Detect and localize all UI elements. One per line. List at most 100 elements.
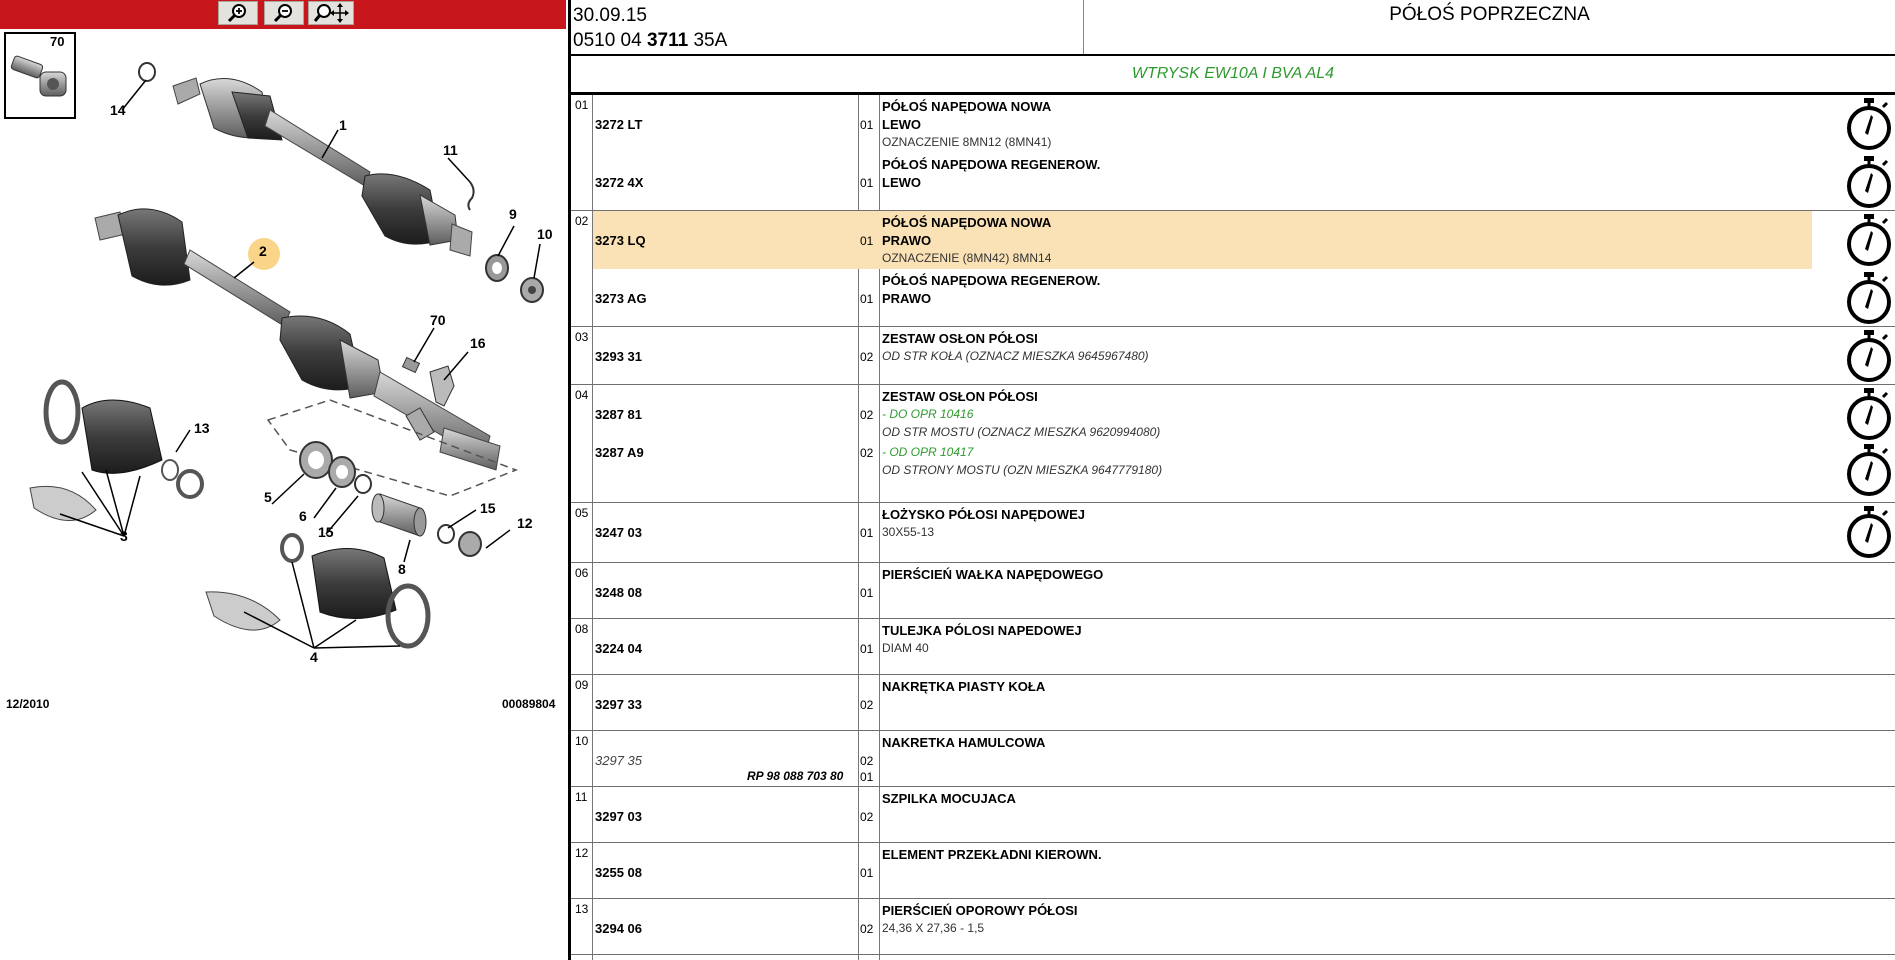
part-description: ZESTAW OSŁON PÓŁOSI — [882, 331, 1038, 346]
part-group: 10 3297 35 02 NAKRETKA HAMULCOWA RP 98 088 7… — [571, 731, 1895, 787]
callout-label: 3 — [120, 528, 128, 544]
quantity: 02 — [860, 922, 874, 936]
quantity: 01 — [860, 118, 874, 132]
part-group: 01 3272 LT 01 PÓŁOŚ NAPĘDOWA NOWA LEWO OZNACZ… — [571, 95, 1895, 211]
quantity: 01 — [860, 866, 874, 880]
part-note: 30X55-13 — [882, 525, 935, 539]
labor-time-icon[interactable] — [1844, 155, 1894, 209]
zoom-pan-button[interactable] — [308, 1, 354, 25]
part-number[interactable]: 3273 LQ — [595, 233, 646, 248]
callout-label: 14 — [110, 102, 126, 118]
zoom-out-button[interactable] — [264, 1, 304, 25]
part-note: OD STRONY MOSTU (OZN MIESZKA 9647779180) — [882, 463, 1163, 477]
group-number: 03 — [575, 330, 589, 344]
callout-label: 5 — [264, 489, 272, 505]
part-description: ELEMENT PRZEKŁADNI KIEROWN. — [882, 847, 1102, 862]
part-number[interactable]: 3273 AG — [595, 291, 647, 306]
page-title: PÓŁOŚ POPRZECZNA — [1389, 4, 1590, 25]
quantity: 01 — [860, 586, 874, 600]
part-description: PÓŁOŚ NAPĘDOWA NOWA — [882, 99, 1052, 114]
part-number[interactable]: 3287 81 — [595, 407, 642, 422]
catalog-date: 30.09.15 — [573, 5, 647, 26]
zoom-pan-icon — [313, 3, 349, 23]
part-group: 06 3248 08 01 PIERŚCIEŃ WAŁKA NAPĘDOWEGO — [571, 563, 1895, 619]
group-number: 12 — [575, 846, 589, 860]
quantity: 02 — [860, 350, 874, 364]
group-number: 04 — [575, 388, 589, 402]
quantity: 02 — [860, 446, 874, 460]
quantity: 02 — [860, 810, 874, 824]
part-description: ZESTAW OSŁON PÓŁOSI — [882, 389, 1038, 404]
diagram-code: 00089804 — [502, 697, 556, 711]
ref-prefix: 0510 04 — [573, 30, 642, 51]
part-number[interactable]: 3272 LT — [595, 117, 642, 132]
callout-label: 10 — [537, 226, 553, 242]
part-note: - DO OPR 10416 — [882, 407, 974, 421]
part-number[interactable]: 3272 4X — [595, 175, 643, 190]
part-group: 03 3293 31 02 ZESTAW OSŁON PÓŁOSI OD STR KOŁ… — [571, 327, 1895, 385]
inset-callout-label: 70 — [50, 34, 65, 49]
callout-label: 12 — [517, 515, 533, 531]
part-description: ŁOŻYSKO PÓŁOSI NAPĘDOWEJ — [882, 507, 1085, 522]
callout-label: 4 — [310, 649, 318, 665]
quantity: 01 — [860, 292, 874, 306]
group-number: 08 — [575, 622, 589, 636]
labor-time-icon[interactable] — [1844, 443, 1894, 497]
labor-time-icon[interactable] — [1844, 387, 1894, 441]
group-number: 05 — [575, 506, 589, 520]
part-note: 24,36 X 27,36 - 1,5 — [882, 921, 985, 935]
part-note: OD STR MOSTU (OZNACZ MIESZKA 9620994080) — [882, 425, 1161, 439]
part-description: NAKRETKA HAMULCOWA — [882, 735, 1046, 750]
part-number[interactable]: 3247 03 — [595, 525, 642, 540]
part-number[interactable]: 3297 33 — [595, 697, 642, 712]
part-group: 05 3247 03 01 ŁOŻYSKO PÓŁOSI NAPĘDOWEJ 30X55… — [571, 503, 1895, 563]
labor-time-icon[interactable] — [1844, 97, 1894, 151]
labor-time-icon[interactable] — [1844, 271, 1894, 325]
labor-time-icon[interactable] — [1844, 329, 1894, 383]
zoom-in-icon — [227, 4, 246, 23]
quantity: 02 — [860, 408, 874, 422]
part-number[interactable]: 3294 06 — [595, 921, 642, 936]
callout-label: 6 — [299, 508, 307, 524]
callout-label: 2 — [259, 243, 267, 259]
part-note: - OD OPR 10417 — [882, 445, 974, 459]
part-number[interactable]: 3297 03 — [595, 809, 642, 824]
part-description: PIERŚCIEŃ OPOROWY PÓŁOSI — [882, 903, 1078, 918]
part-description: TULEJKA PÓLOSI NAPEDOWEJ — [882, 623, 1082, 638]
part-description: PÓŁOŚ NAPĘDOWA NOWA — [882, 215, 1052, 230]
group-number: 13 — [575, 902, 589, 916]
part-number[interactable]: 3293 31 — [595, 349, 642, 364]
zoom-toolbar — [0, 0, 566, 29]
part-number[interactable]: 3297 35 — [595, 753, 642, 768]
part-note: OZNACZENIE (8MN42) 8MN14 — [882, 251, 1052, 265]
part-description: NAKRĘTKA PIASTY KOŁA — [882, 679, 1046, 694]
part-number[interactable]: 3224 04 — [595, 641, 642, 656]
group-number: 09 — [575, 678, 589, 692]
callout-label: 11 — [443, 142, 458, 158]
part-note: OZNACZENIE 8MN12 (8MN41) — [882, 135, 1052, 149]
part-note: OD STR KOŁA (OZNACZ MIESZKA 9645967480) — [882, 349, 1149, 363]
group-number: 06 — [575, 566, 589, 580]
part-number[interactable]: 3255 08 — [595, 865, 642, 880]
part-group: 02 3273 LQ 01 PÓŁOŚ NAPĘDOWA NOWA PRAWO OZNAC… — [571, 211, 1895, 327]
replacement-part-number: RP 98 088 703 80 — [747, 769, 844, 783]
part-note: DIAM 40 — [882, 641, 929, 655]
highlighted-row — [593, 211, 1812, 269]
part-note: LEWO — [882, 117, 921, 132]
callout-label: 16 — [470, 335, 486, 351]
ref-bold: 3711 — [646, 30, 689, 51]
callout-label: 15 — [318, 524, 334, 540]
part-group: 04 3287 81 02 ZESTAW OSŁON PÓŁOSI - DO OPR 1… — [571, 385, 1895, 503]
part-number[interactable]: 3287 A9 — [595, 445, 644, 460]
zoom-out-icon — [273, 4, 292, 23]
quantity: 01 — [860, 526, 874, 540]
callout-label: 9 — [509, 206, 517, 222]
group-number: 01 — [575, 98, 589, 112]
labor-time-icon[interactable] — [1844, 213, 1894, 267]
part-number[interactable]: 3248 08 — [595, 585, 642, 600]
quantity: 01 — [860, 176, 874, 190]
engine-variant: WTRYSK EW10A I BVA AL4 — [1131, 65, 1335, 82]
part-description: PÓŁOŚ NAPĘDOWA REGENEROW. — [882, 273, 1101, 288]
labor-time-icon[interactable] — [1844, 505, 1894, 559]
zoom-in-button[interactable] — [218, 1, 258, 25]
